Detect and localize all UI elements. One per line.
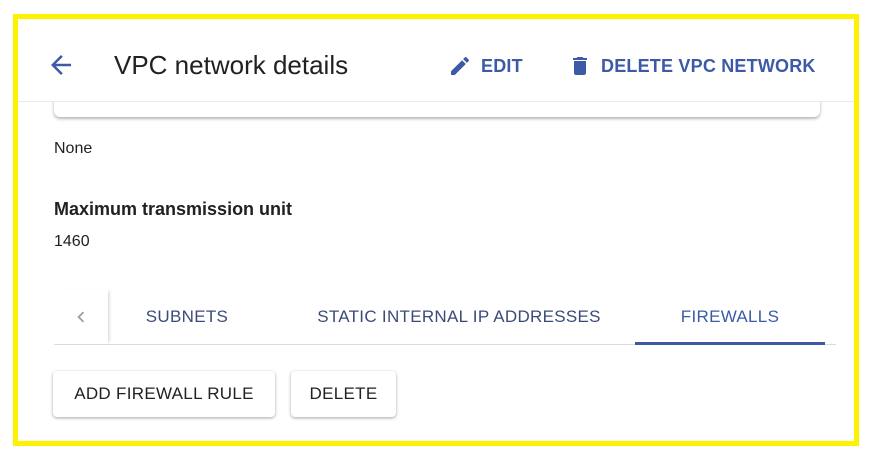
tab-firewalls-label: FIREWALLS (680, 306, 780, 326)
tab-subnets[interactable]: SUBNETS (128, 289, 246, 344)
arrow-back-icon (51, 55, 71, 75)
delete-vpc-network-label: DELETE VPC NETWORK (601, 55, 816, 76)
chevron-left-icon (77, 311, 85, 322)
mtu-value: 1460 (54, 233, 90, 250)
tab-firewalls[interactable]: FIREWALLS (635, 289, 825, 345)
highlight-frame: VPC network details EDIT DELETE VPC NETW… (13, 14, 859, 446)
field-value-none: None (54, 140, 93, 157)
page-title: VPC network details (114, 50, 349, 80)
delete-vpc-network-button[interactable]: DELETE VPC NETWORK (568, 53, 816, 79)
add-firewall-rule-button[interactable]: ADD FIREWALL RULE (53, 371, 275, 417)
tab-scroll-left-button[interactable] (54, 289, 108, 344)
delete-button[interactable]: DELETE (291, 371, 396, 417)
tab-bar: SUBNETS STATIC INTERNAL IP ADDRESSES FIR… (54, 289, 836, 345)
mtu-label: Maximum transmission unit (54, 199, 293, 219)
active-tab-indicator (635, 342, 825, 345)
page-header: VPC network details EDIT DELETE VPC NETW… (18, 29, 854, 102)
edit-label: EDIT (481, 55, 523, 76)
pencil-icon (451, 56, 470, 75)
trash-icon (573, 57, 587, 75)
tab-static-internal-ip-addresses[interactable]: STATIC INTERNAL IP ADDRESSES (286, 289, 632, 344)
edit-button[interactable]: EDIT (448, 53, 523, 79)
back-button[interactable] (46, 50, 76, 80)
